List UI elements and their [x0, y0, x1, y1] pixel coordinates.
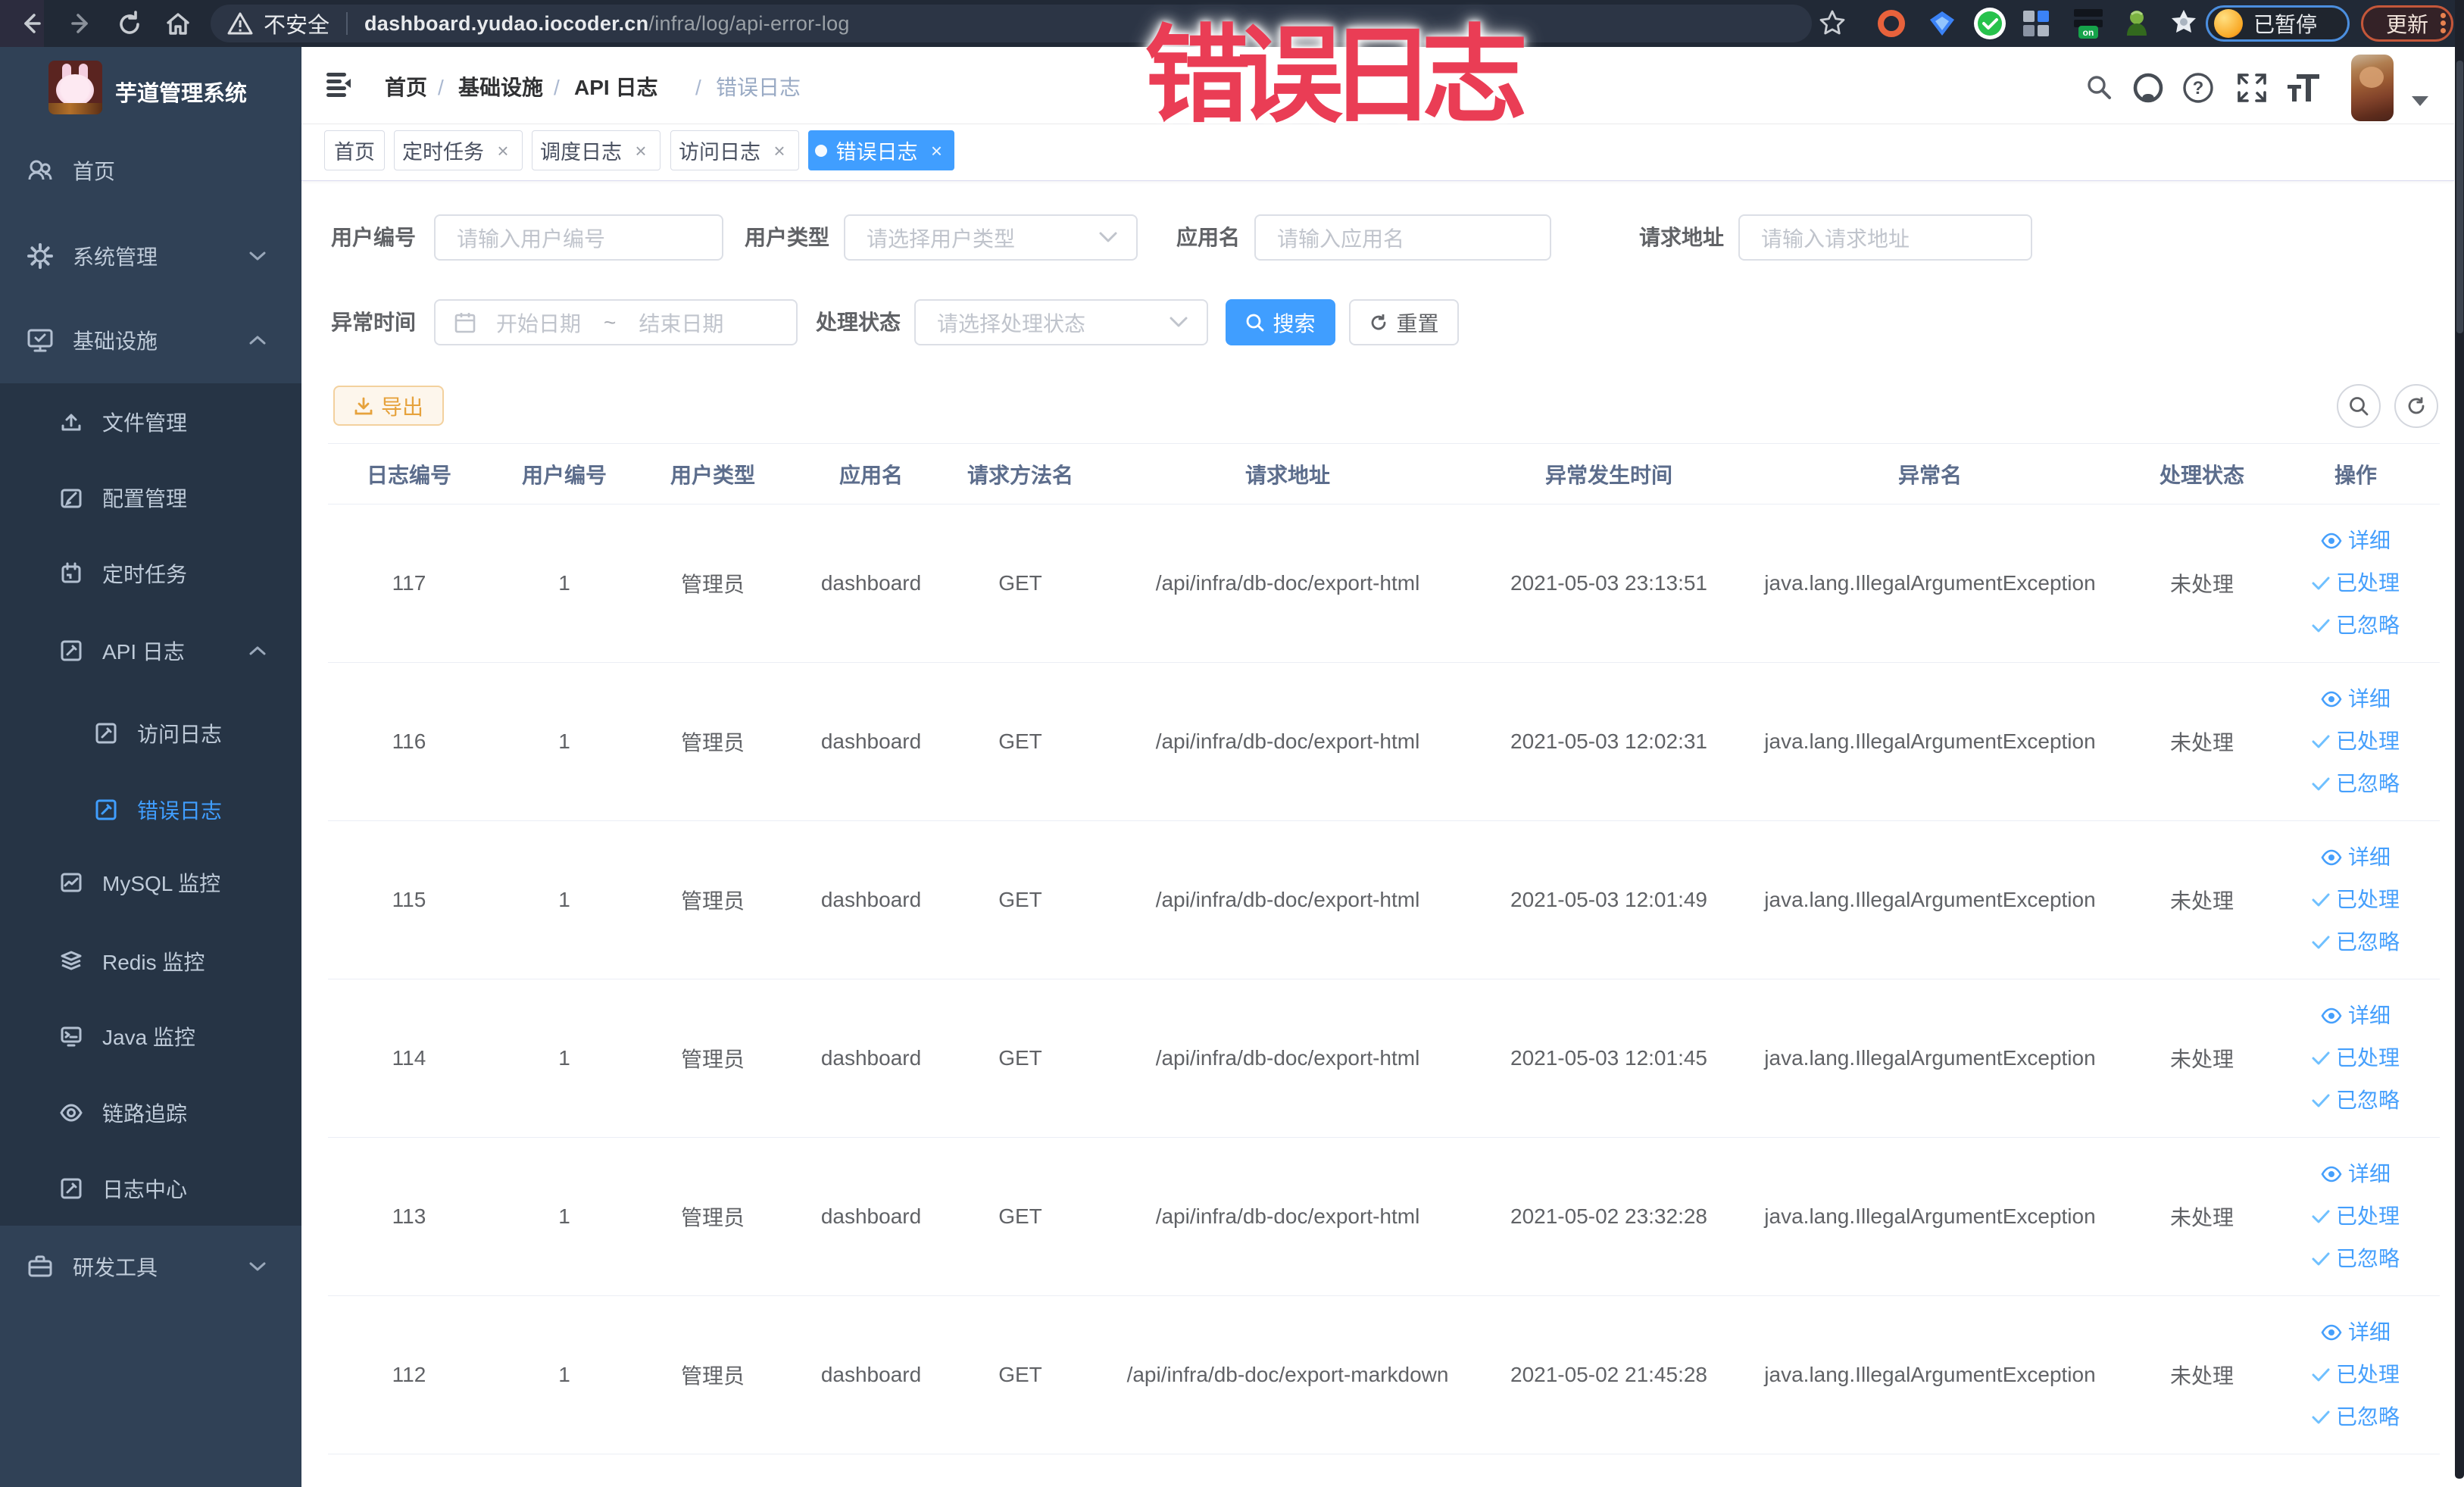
svg-text:?: ? [2193, 78, 2204, 98]
svg-text:on: on [2083, 27, 2094, 38]
